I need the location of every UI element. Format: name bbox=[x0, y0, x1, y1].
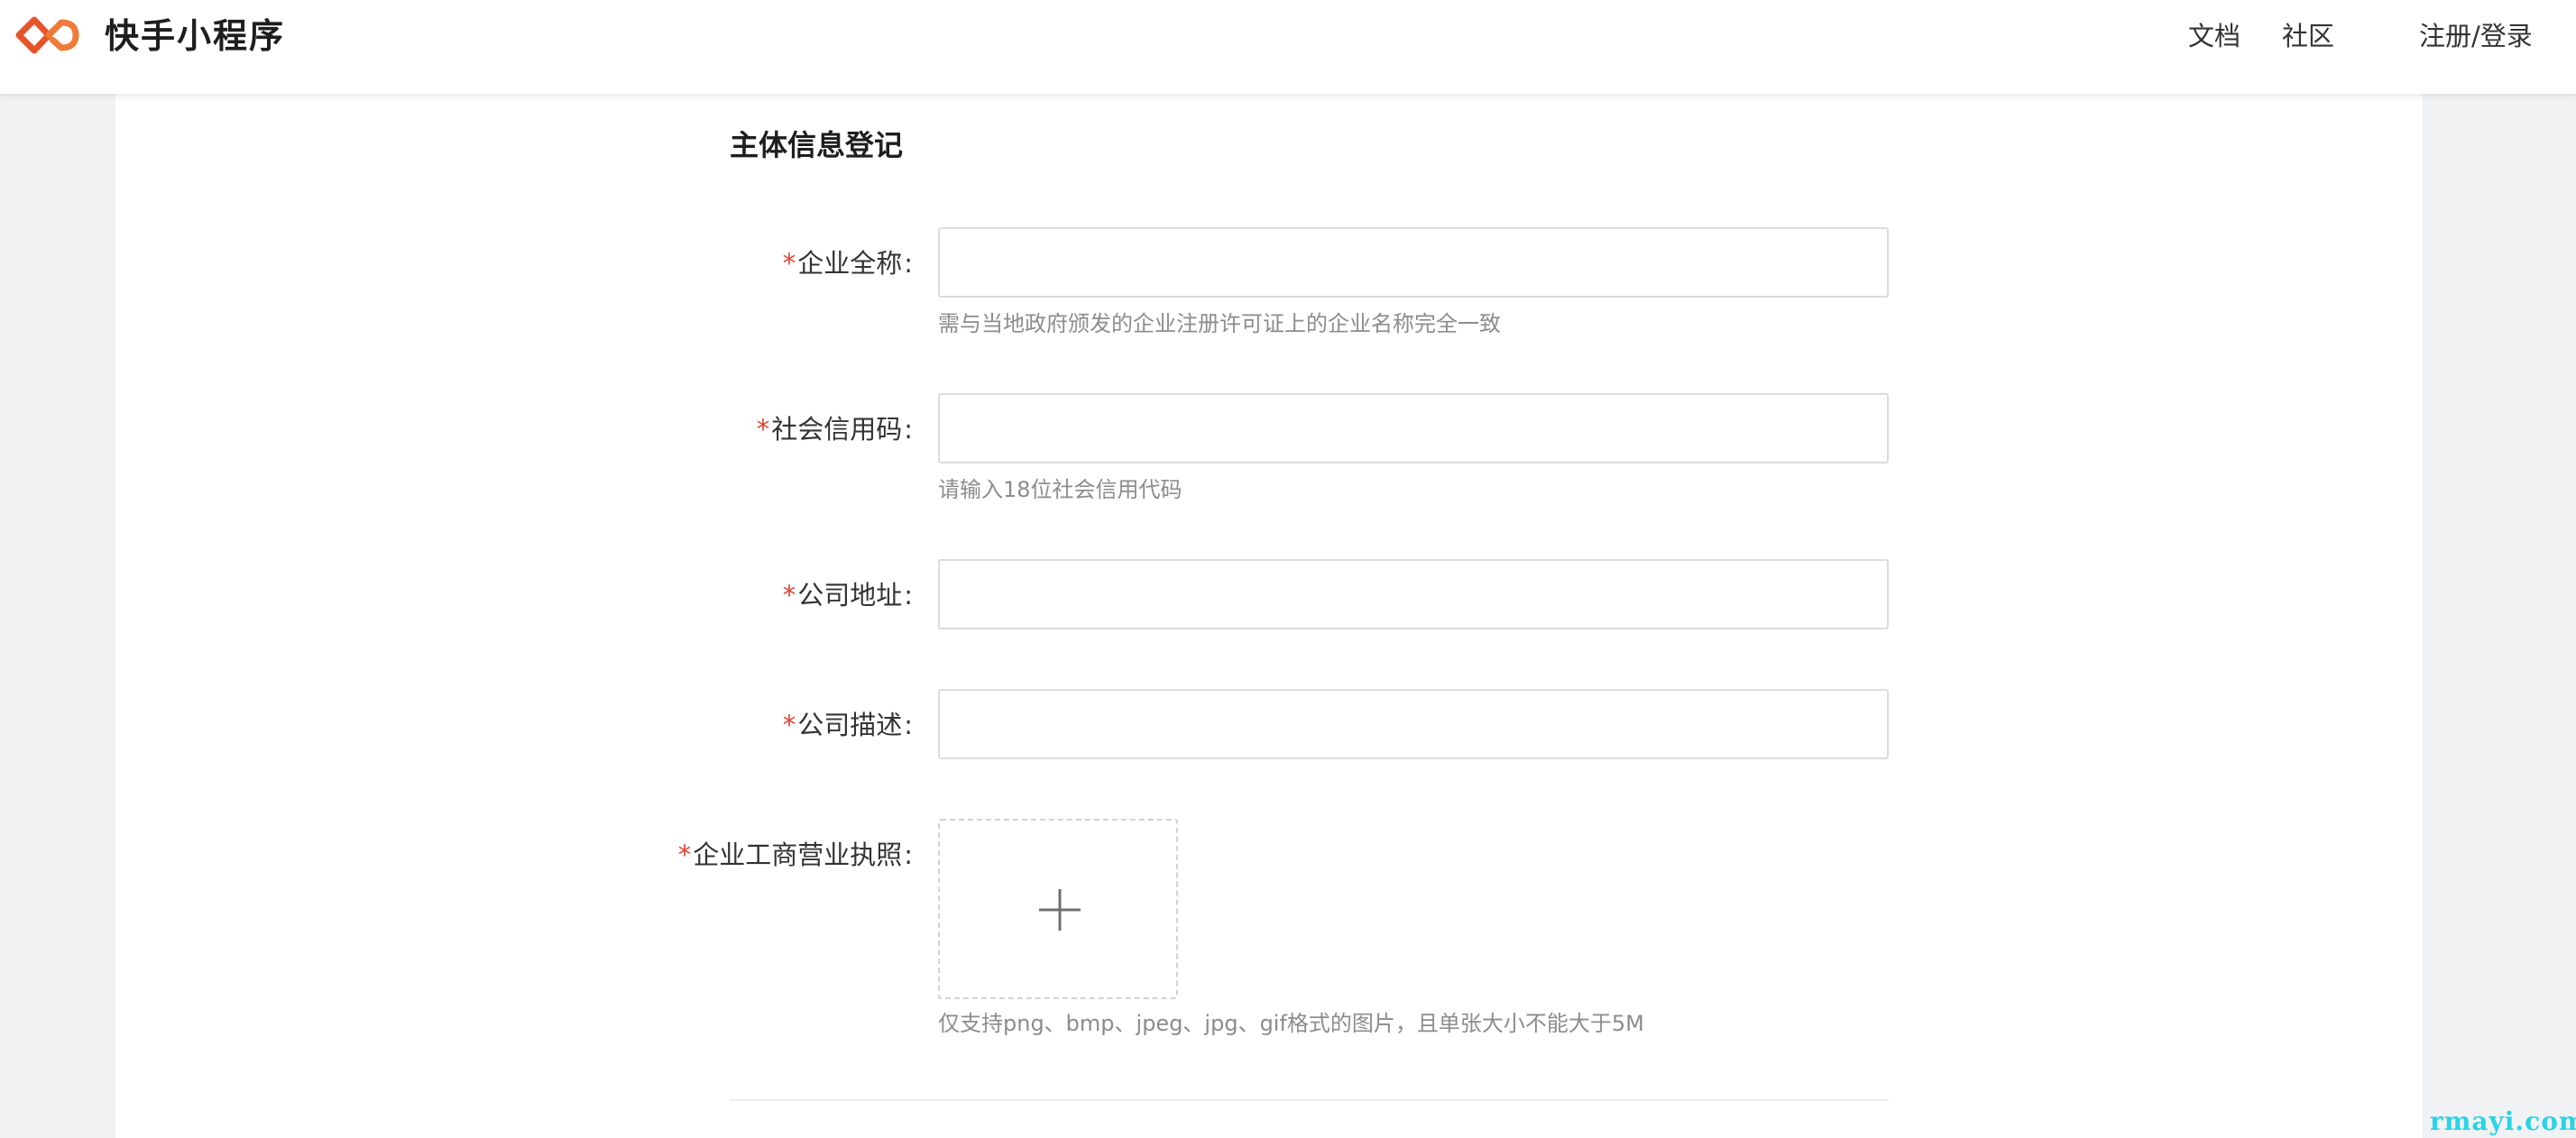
label-colon: : bbox=[904, 710, 913, 740]
nav-register-login[interactable]: 注册/登录 bbox=[2419, 16, 2533, 56]
watermark: rmayi.com bbox=[2430, 1106, 2576, 1136]
license-upload-button[interactable] bbox=[938, 819, 1178, 999]
required-mark: * bbox=[782, 580, 796, 610]
label-colon: : bbox=[904, 248, 913, 279]
field-label-text: 企业工商营业执照 bbox=[693, 840, 903, 870]
company-description-label: *公司描述: bbox=[783, 707, 913, 743]
brand-title[interactable]: 快手小程序 bbox=[105, 11, 285, 61]
plus-icon bbox=[1039, 889, 1081, 931]
field-label-text: 社会信用码 bbox=[771, 414, 903, 445]
label-colon: : bbox=[904, 840, 913, 870]
credit-code-input[interactable] bbox=[938, 393, 1889, 463]
credit-code-hint: 请输入18位社会信用代码 bbox=[938, 477, 1182, 502]
required-mark: * bbox=[782, 248, 796, 279]
field-label-text: 企业全称 bbox=[797, 248, 903, 279]
upload-hint: 仅支持png、bmp、jpeg、jpg、gif格式的图片，且单张大小不能大于5M bbox=[938, 1011, 1644, 1036]
field-label-text: 公司地址 bbox=[797, 580, 903, 610]
label-colon: : bbox=[904, 414, 913, 445]
required-mark: * bbox=[756, 414, 770, 445]
section-title: 主体信息登记 bbox=[730, 128, 904, 162]
required-mark: * bbox=[782, 710, 796, 740]
nav-docs[interactable]: 文档 bbox=[2188, 16, 2240, 56]
company-name-hint: 需与当地政府颁发的企业注册许可证上的企业名称完全一致 bbox=[938, 311, 1501, 336]
company-name-label: *企业全称: bbox=[783, 245, 913, 281]
company-description-input[interactable] bbox=[938, 689, 1889, 759]
business-license-label: *企业工商营业执照: bbox=[678, 837, 913, 873]
company-name-input[interactable] bbox=[938, 227, 1889, 298]
company-address-input[interactable] bbox=[938, 559, 1889, 629]
top-header: 快手小程序 文档 社区 注册/登录 bbox=[0, 0, 2576, 94]
credit-code-label: *社会信用码: bbox=[757, 411, 913, 447]
required-mark: * bbox=[677, 840, 692, 870]
form-divider bbox=[730, 1099, 1889, 1101]
label-colon: : bbox=[904, 580, 913, 610]
company-address-label: *公司地址: bbox=[783, 577, 913, 613]
logo-icon[interactable] bbox=[13, 13, 81, 58]
nav-community[interactable]: 社区 bbox=[2282, 16, 2334, 56]
field-label-text: 公司描述 bbox=[797, 710, 903, 740]
